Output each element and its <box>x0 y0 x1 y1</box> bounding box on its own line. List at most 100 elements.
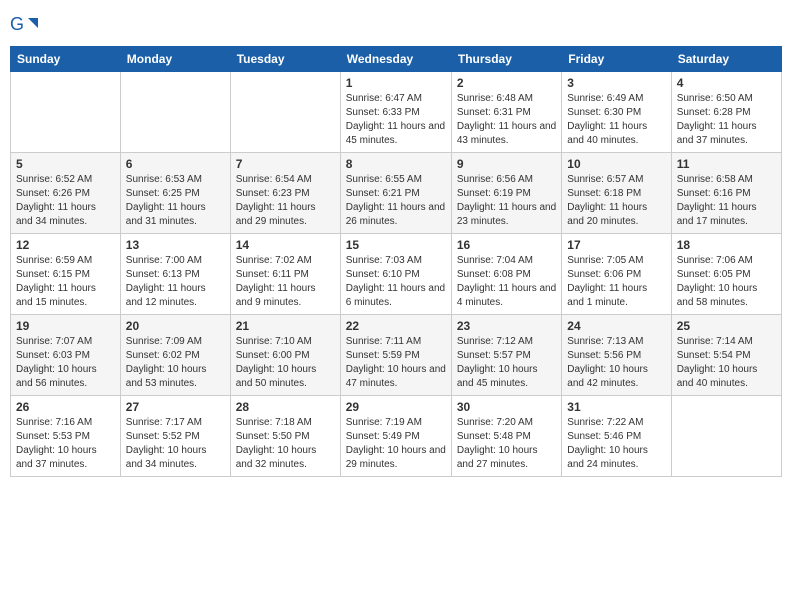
day-cell: 1 Sunrise: 6:47 AM Sunset: 6:33 PM Dayli… <box>340 72 451 153</box>
sunset: Sunset: 5:52 PM <box>126 431 200 442</box>
day-number: 28 <box>236 400 335 414</box>
sunset: Sunset: 6:21 PM <box>346 188 420 199</box>
sunrise: Sunrise: 6:48 AM <box>457 93 533 104</box>
day-number: 24 <box>567 319 665 333</box>
sunrise: Sunrise: 7:20 AM <box>457 417 533 428</box>
sunset: Sunset: 5:53 PM <box>16 431 90 442</box>
day-number: 10 <box>567 157 665 171</box>
day-info: Sunrise: 7:17 AM Sunset: 5:52 PM Dayligh… <box>126 416 225 472</box>
weekday-header-friday: Friday <box>562 47 671 72</box>
sunset: Sunset: 5:49 PM <box>346 431 420 442</box>
day-number: 18 <box>677 238 776 252</box>
day-number: 30 <box>457 400 556 414</box>
sunrise: Sunrise: 6:52 AM <box>16 174 92 185</box>
svg-text:G: G <box>10 14 24 34</box>
sunrise: Sunrise: 6:50 AM <box>677 93 753 104</box>
day-number: 23 <box>457 319 556 333</box>
sunrise: Sunrise: 6:55 AM <box>346 174 422 185</box>
day-info: Sunrise: 7:02 AM Sunset: 6:11 PM Dayligh… <box>236 254 335 310</box>
day-number: 14 <box>236 238 335 252</box>
week-row-4: 19 Sunrise: 7:07 AM Sunset: 6:03 PM Dayl… <box>11 315 782 396</box>
day-number: 13 <box>126 238 225 252</box>
day-number: 5 <box>16 157 115 171</box>
sunrise: Sunrise: 7:00 AM <box>126 255 202 266</box>
day-number: 22 <box>346 319 446 333</box>
day-info: Sunrise: 6:48 AM Sunset: 6:31 PM Dayligh… <box>457 92 556 148</box>
daylight: Daylight: 11 hours and 31 minutes. <box>126 202 206 227</box>
sunrise: Sunrise: 7:07 AM <box>16 336 92 347</box>
day-info: Sunrise: 7:05 AM Sunset: 6:06 PM Dayligh… <box>567 254 665 310</box>
day-number: 29 <box>346 400 446 414</box>
weekday-header-saturday: Saturday <box>671 47 781 72</box>
sunrise: Sunrise: 6:47 AM <box>346 93 422 104</box>
day-number: 8 <box>346 157 446 171</box>
daylight: Daylight: 11 hours and 12 minutes. <box>126 283 206 308</box>
daylight: Daylight: 10 hours and 27 minutes. <box>457 445 538 470</box>
sunrise: Sunrise: 7:17 AM <box>126 417 202 428</box>
sunrise: Sunrise: 6:57 AM <box>567 174 643 185</box>
week-row-1: 1 Sunrise: 6:47 AM Sunset: 6:33 PM Dayli… <box>11 72 782 153</box>
day-info: Sunrise: 7:19 AM Sunset: 5:49 PM Dayligh… <box>346 416 446 472</box>
sunrise: Sunrise: 7:11 AM <box>346 336 421 347</box>
sunrise: Sunrise: 6:58 AM <box>677 174 753 185</box>
day-info: Sunrise: 7:09 AM Sunset: 6:02 PM Dayligh… <box>126 335 225 391</box>
sunset: Sunset: 6:02 PM <box>126 350 200 361</box>
week-row-3: 12 Sunrise: 6:59 AM Sunset: 6:15 PM Dayl… <box>11 234 782 315</box>
daylight: Daylight: 10 hours and 29 minutes. <box>346 445 446 470</box>
day-number: 7 <box>236 157 335 171</box>
day-cell: 22 Sunrise: 7:11 AM Sunset: 5:59 PM Dayl… <box>340 315 451 396</box>
day-cell: 25 Sunrise: 7:14 AM Sunset: 5:54 PM Dayl… <box>671 315 781 396</box>
sunset: Sunset: 6:23 PM <box>236 188 310 199</box>
day-info: Sunrise: 7:07 AM Sunset: 6:03 PM Dayligh… <box>16 335 115 391</box>
daylight: Daylight: 11 hours and 1 minute. <box>567 283 647 308</box>
day-info: Sunrise: 6:49 AM Sunset: 6:30 PM Dayligh… <box>567 92 665 148</box>
sunrise: Sunrise: 7:09 AM <box>126 336 202 347</box>
day-info: Sunrise: 6:50 AM Sunset: 6:28 PM Dayligh… <box>677 92 776 148</box>
sunrise: Sunrise: 7:06 AM <box>677 255 753 266</box>
daylight: Daylight: 10 hours and 42 minutes. <box>567 364 648 389</box>
daylight: Daylight: 11 hours and 26 minutes. <box>346 202 445 227</box>
day-cell: 15 Sunrise: 7:03 AM Sunset: 6:10 PM Dayl… <box>340 234 451 315</box>
day-number: 9 <box>457 157 556 171</box>
logo: G <box>10 10 42 38</box>
day-cell: 28 Sunrise: 7:18 AM Sunset: 5:50 PM Dayl… <box>230 396 340 477</box>
day-number: 21 <box>236 319 335 333</box>
day-info: Sunrise: 6:47 AM Sunset: 6:33 PM Dayligh… <box>346 92 446 148</box>
day-info: Sunrise: 7:16 AM Sunset: 5:53 PM Dayligh… <box>16 416 115 472</box>
daylight: Daylight: 11 hours and 15 minutes. <box>16 283 96 308</box>
day-info: Sunrise: 7:18 AM Sunset: 5:50 PM Dayligh… <box>236 416 335 472</box>
day-info: Sunrise: 7:14 AM Sunset: 5:54 PM Dayligh… <box>677 335 776 391</box>
sunset: Sunset: 6:30 PM <box>567 107 641 118</box>
day-cell: 19 Sunrise: 7:07 AM Sunset: 6:03 PM Dayl… <box>11 315 121 396</box>
day-cell <box>120 72 230 153</box>
day-info: Sunrise: 6:55 AM Sunset: 6:21 PM Dayligh… <box>346 173 446 229</box>
sunset: Sunset: 6:18 PM <box>567 188 641 199</box>
daylight: Daylight: 11 hours and 29 minutes. <box>236 202 316 227</box>
day-info: Sunrise: 6:59 AM Sunset: 6:15 PM Dayligh… <box>16 254 115 310</box>
sunrise: Sunrise: 6:53 AM <box>126 174 202 185</box>
day-cell <box>230 72 340 153</box>
day-number: 12 <box>16 238 115 252</box>
day-info: Sunrise: 6:53 AM Sunset: 6:25 PM Dayligh… <box>126 173 225 229</box>
daylight: Daylight: 10 hours and 58 minutes. <box>677 283 758 308</box>
calendar: SundayMondayTuesdayWednesdayThursdayFrid… <box>10 46 782 477</box>
daylight: Daylight: 10 hours and 32 minutes. <box>236 445 317 470</box>
day-number: 19 <box>16 319 115 333</box>
sunset: Sunset: 5:59 PM <box>346 350 420 361</box>
day-cell: 9 Sunrise: 6:56 AM Sunset: 6:19 PM Dayli… <box>451 153 561 234</box>
day-info: Sunrise: 7:22 AM Sunset: 5:46 PM Dayligh… <box>567 416 665 472</box>
sunrise: Sunrise: 7:05 AM <box>567 255 643 266</box>
weekday-header-wednesday: Wednesday <box>340 47 451 72</box>
daylight: Daylight: 11 hours and 45 minutes. <box>346 121 445 146</box>
day-cell: 18 Sunrise: 7:06 AM Sunset: 6:05 PM Dayl… <box>671 234 781 315</box>
day-cell: 23 Sunrise: 7:12 AM Sunset: 5:57 PM Dayl… <box>451 315 561 396</box>
sunset: Sunset: 6:15 PM <box>16 269 90 280</box>
day-number: 1 <box>346 76 446 90</box>
day-number: 4 <box>677 76 776 90</box>
sunset: Sunset: 5:54 PM <box>677 350 751 361</box>
sunrise: Sunrise: 6:54 AM <box>236 174 312 185</box>
weekday-header-sunday: Sunday <box>11 47 121 72</box>
sunrise: Sunrise: 7:10 AM <box>236 336 312 347</box>
day-info: Sunrise: 7:03 AM Sunset: 6:10 PM Dayligh… <box>346 254 446 310</box>
day-cell: 30 Sunrise: 7:20 AM Sunset: 5:48 PM Dayl… <box>451 396 561 477</box>
